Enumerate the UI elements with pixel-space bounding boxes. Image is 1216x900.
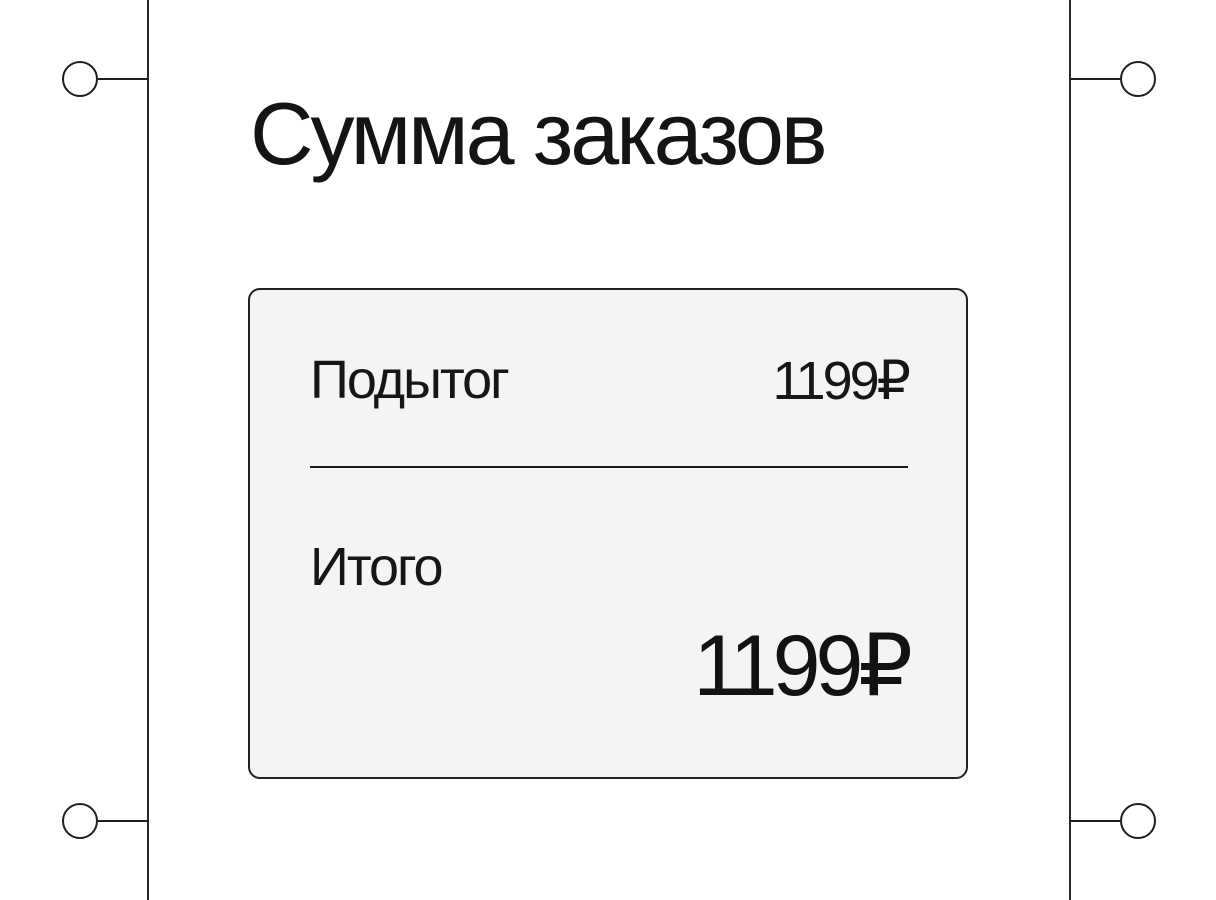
connector-line [1070, 78, 1120, 80]
circle-icon [62, 61, 98, 97]
order-summary-card: Подытог 1199₽ Итого 1199₽ [248, 288, 968, 779]
connector-line [98, 78, 148, 80]
page-title: Сумма заказов [250, 84, 828, 183]
connector-line [98, 820, 148, 822]
subtotal-row: Подытог 1199₽ [310, 348, 911, 412]
circle-icon [1120, 61, 1156, 97]
circle-icon [1120, 803, 1156, 839]
frame-rail-right [1069, 0, 1071, 900]
corner-connector-bottom-left [62, 803, 148, 843]
circle-icon [62, 803, 98, 839]
order-summary-page: Сумма заказов Подытог 1199₽ Итого 1199₽ [0, 0, 1216, 900]
subtotal-value: 1199₽ [772, 350, 911, 411]
frame-rail-left [147, 0, 149, 900]
divider [310, 466, 908, 468]
connector-line [1070, 820, 1120, 822]
corner-connector-top-left [62, 61, 148, 101]
total-value: 1199₽ [693, 618, 913, 714]
subtotal-label: Подытог [310, 350, 510, 410]
corner-connector-top-right [1070, 61, 1156, 101]
total-label: Итого [310, 537, 444, 597]
corner-connector-bottom-right [1070, 803, 1156, 843]
